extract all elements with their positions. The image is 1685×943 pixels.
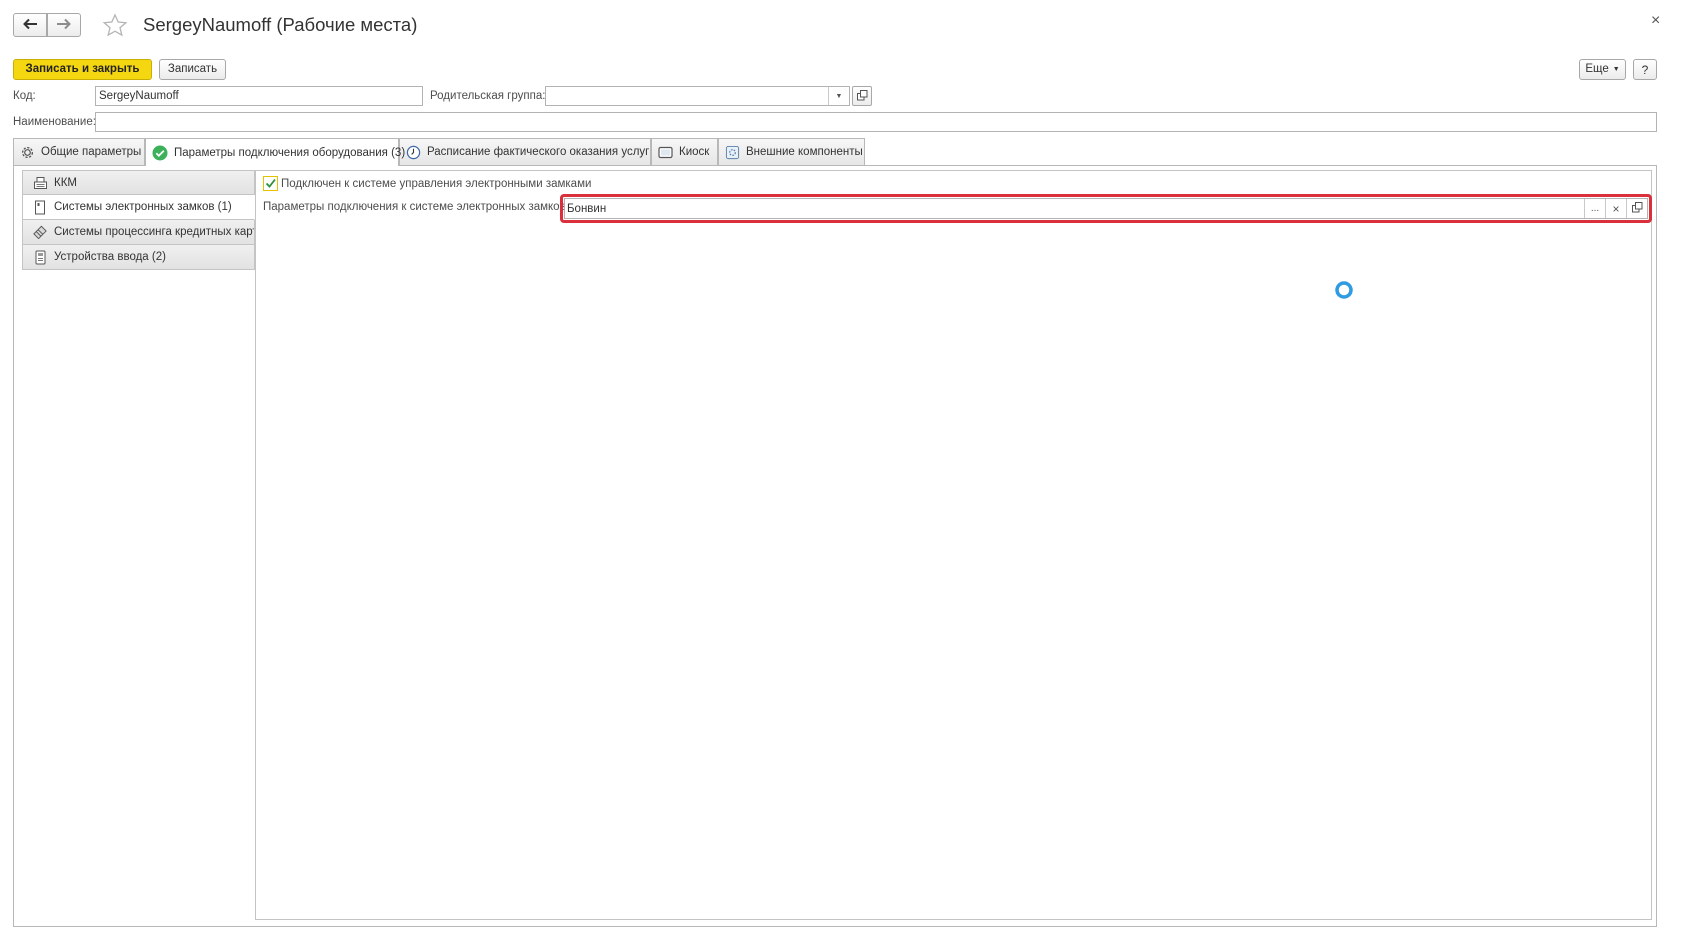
component-icon (725, 145, 740, 160)
lock-params-field[interactable]: Бонвин ... × (564, 198, 1648, 219)
clock-icon (406, 145, 421, 160)
connected-checkbox-label: Подключен к системе управления электронн… (281, 177, 592, 190)
back-button[interactable] (13, 13, 47, 37)
loading-spinner-icon (1334, 280, 1354, 303)
sidebar-item-locks-label: Системы электронных замков (1) (54, 201, 232, 213)
save-and-close-button[interactable]: Записать и закрыть (13, 59, 152, 80)
parent-group-label: Родительская группа: (430, 90, 546, 102)
code-label: Код: (13, 90, 36, 102)
save-button[interactable]: Записать (159, 59, 226, 80)
sidebar-item-input-devices[interactable]: Устройства ввода (2) (22, 245, 255, 270)
credit-card-icon (32, 225, 48, 239)
tab-kiosk[interactable]: Киоск (651, 138, 718, 165)
name-label: Наименование: (13, 116, 96, 128)
cash-register-icon (32, 176, 48, 190)
tab-general[interactable]: Общие параметры (13, 138, 145, 165)
lock-params-clear-button[interactable]: × (1605, 199, 1626, 218)
arrow-right-icon (56, 18, 72, 32)
connected-checkbox[interactable] (263, 176, 278, 191)
page-title: SergeyNaumoff (Рабочие места) (143, 14, 418, 35)
arrow-left-icon (22, 18, 38, 32)
kiosk-icon (658, 146, 673, 159)
sidebar-item-locks[interactable]: Системы электронных замков (1) (22, 195, 255, 220)
door-lock-icon (32, 200, 48, 215)
tab-equipment-label: Параметры подключения оборудования (3) (174, 146, 406, 159)
code-input[interactable]: SergeyNaumoff (95, 86, 423, 106)
open-window-icon (1631, 201, 1643, 216)
more-label: Еще (1585, 62, 1609, 75)
close-window-button[interactable]: × (1651, 12, 1660, 30)
sidebar-item-kkm-label: ККМ (54, 176, 77, 189)
tab-external-components-label: Внешние компоненты (746, 146, 863, 158)
lock-params-select-button[interactable]: ... (1584, 199, 1605, 218)
tab-kiosk-label: Киоск (679, 146, 710, 158)
chevron-down-icon: ▼ (835, 92, 843, 100)
tab-schedule-label: Расписание фактического оказания услуг (427, 146, 650, 158)
sidebar-item-kkm[interactable]: ККМ (22, 171, 255, 195)
parent-group-select[interactable]: ▼ (545, 86, 850, 106)
check-circle-icon (152, 145, 168, 161)
sidebar-item-cards[interactable]: Системы процессинга кредитных карт (22, 220, 255, 245)
lock-params-label: Параметры подключения к системе электрон… (263, 201, 569, 213)
input-device-icon (32, 250, 48, 265)
connected-checkbox-wrap[interactable]: Подключен к системе управления электронн… (263, 176, 591, 191)
favorite-star-icon[interactable] (102, 13, 128, 41)
tab-equipment[interactable]: Параметры подключения оборудования (3) (145, 138, 405, 166)
tab-schedule[interactable]: Расписание фактического оказания услуг (399, 138, 651, 165)
tab-external-components[interactable]: Внешние компоненты (718, 138, 865, 165)
name-input[interactable] (95, 112, 1657, 132)
tab-general-label: Общие параметры (41, 146, 142, 158)
chevron-down-icon: ▼ (1612, 66, 1620, 73)
parent-group-dropdown-button[interactable]: ▼ (828, 87, 849, 105)
content-panel (255, 170, 1652, 920)
open-window-icon (856, 89, 868, 103)
parent-group-open-button[interactable] (852, 86, 872, 106)
sidebar-item-input-devices-label: Устройства ввода (2) (54, 251, 166, 263)
lock-params-value: Бонвин (567, 202, 607, 215)
forward-button[interactable] (47, 13, 81, 37)
lock-params-open-button[interactable] (1626, 199, 1647, 218)
gear-icon (20, 145, 35, 160)
sidebar-item-cards-label: Системы процессинга кредитных карт (54, 226, 255, 238)
help-button[interactable]: ? (1633, 59, 1657, 80)
more-button[interactable]: Еще ▼ (1579, 59, 1626, 80)
